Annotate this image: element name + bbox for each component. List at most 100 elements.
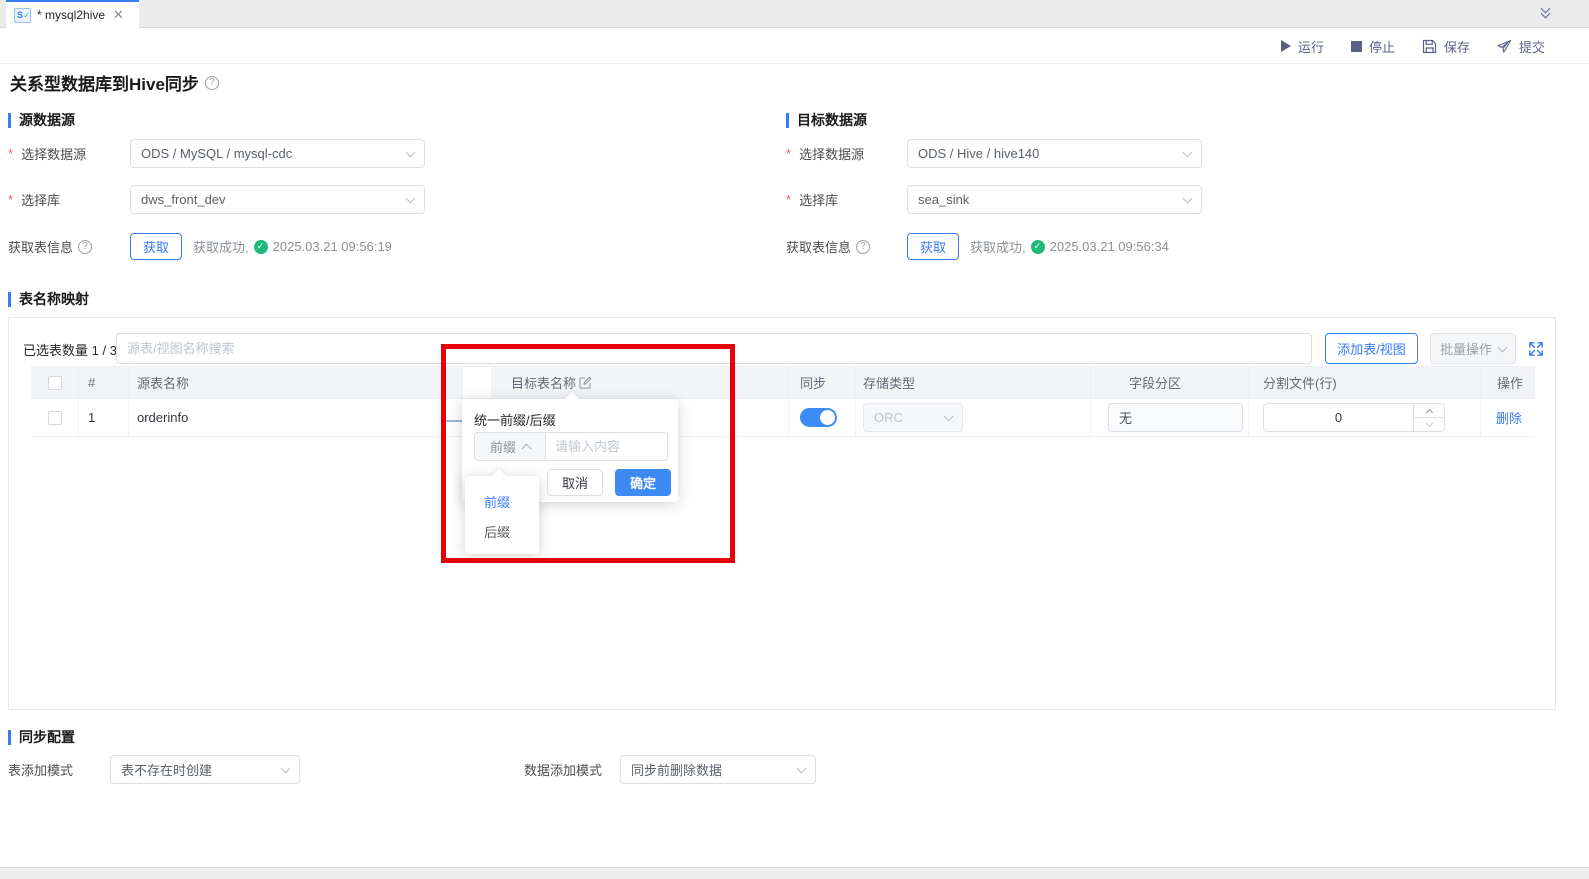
target-datasource-value: ODS / Hive / hive140 [918, 146, 1039, 161]
app-window: * mysql2hive ✕ 运行 停止 保存 提交 关系型数据库到Hive同步… [0, 0, 1589, 879]
sync-config-header: 同步配置 [8, 727, 75, 747]
connector-line [446, 420, 463, 422]
success-check-icon [254, 240, 268, 254]
action-header: 操作 [1481, 367, 1535, 398]
source-datasource-label: 选择数据源 [8, 144, 130, 163]
row-checkbox[interactable] [48, 411, 62, 425]
tab-mysql2hive[interactable]: * mysql2hive ✕ [6, 0, 139, 28]
sync-toggle[interactable] [800, 408, 837, 427]
target-fetch-row: 获取表信息 获取 获取成功, 2025.03.21 09:56:34 [786, 232, 1169, 261]
source-db-select[interactable]: dws_front_dev [130, 185, 425, 214]
source-fetch-button[interactable]: 获取 [130, 233, 182, 260]
chevron-down-icon [406, 193, 416, 203]
chevron-down-icon [944, 411, 954, 421]
stepper-up-button[interactable] [1414, 404, 1444, 417]
fullscreen-icon[interactable] [1528, 341, 1544, 357]
popover-input-group: 前缀 [474, 432, 668, 461]
source-fetch-status: 获取成功, 2025.03.21 09:56:19 [193, 237, 392, 256]
data-mode-select[interactable]: 同步前删除数据 [620, 755, 816, 784]
source-datasource-select[interactable]: ODS / MySQL / mysql-cdc [130, 139, 425, 168]
paper-plane-icon [1497, 39, 1512, 54]
storage-value: ORC [874, 410, 903, 425]
row-select-cell [31, 399, 79, 436]
tab-label: * mysql2hive [37, 8, 105, 22]
storage-select[interactable]: ORC [863, 403, 963, 432]
delete-link[interactable]: 删除 [1496, 408, 1522, 427]
source-db-row: 选择库 dws_front_dev [8, 185, 425, 214]
target-fetch-button[interactable]: 获取 [907, 233, 959, 260]
status-text: 获取成功, [970, 237, 1026, 256]
confirm-button[interactable]: 确定 [615, 469, 671, 496]
target-name-header-label: 目标表名称 [511, 373, 576, 392]
split-number-input[interactable]: 0 [1263, 403, 1445, 432]
row-index: 1 [79, 399, 129, 436]
target-db-select[interactable]: sea_sink [907, 185, 1202, 214]
stop-icon [1351, 41, 1362, 52]
play-icon [1281, 40, 1291, 52]
dropdown-option-suffix[interactable]: 后缀 [465, 516, 539, 546]
target-fetch-status: 获取成功, 2025.03.21 09:56:34 [970, 237, 1169, 256]
source-datasource-row: 选择数据源 ODS / MySQL / mysql-cdc [8, 139, 425, 168]
submit-button[interactable]: 提交 [1497, 37, 1545, 56]
source-datasource-value: ODS / MySQL / mysql-cdc [141, 146, 292, 161]
select-all-checkbox[interactable] [48, 376, 62, 390]
sync-header: 同步 [789, 367, 856, 398]
run-button[interactable]: 运行 [1281, 37, 1324, 56]
batch-actions-button[interactable]: 批量操作 [1430, 333, 1516, 364]
table-mode-row: 表添加模式 表不存在时创建 [8, 755, 300, 784]
mapping-panel: 已选表数量 1 / 36 添加表/视图 批量操作 # 源表名称 目标表名称 [8, 317, 1556, 710]
save-icon [1422, 39, 1437, 54]
edit-icon[interactable] [579, 376, 592, 389]
add-table-button[interactable]: 添加表/视图 [1325, 333, 1418, 364]
storage-header: 存储类型 [856, 367, 1091, 398]
stepper-down-button[interactable] [1414, 417, 1444, 431]
split-value: 0 [1264, 404, 1413, 431]
prefix-value-input[interactable] [546, 432, 668, 461]
chevron-down-icon [1183, 147, 1193, 157]
selected-count: 已选表数量 1 / 36 [23, 340, 124, 359]
header-gap [463, 367, 491, 398]
prefix-suffix-select[interactable]: 前缀 [474, 432, 546, 461]
popover-buttons: 取消 确定 [547, 469, 671, 496]
chevron-double-down-icon[interactable] [1539, 7, 1553, 21]
save-label: 保存 [1444, 37, 1470, 56]
number-stepper [1413, 404, 1444, 431]
tab-bar: * mysql2hive ✕ [0, 0, 1589, 28]
chevron-down-icon [1498, 342, 1508, 352]
table-mode-value: 表不存在时创建 [121, 760, 212, 779]
partition-header: 字段分区 [1091, 367, 1249, 398]
status-timestamp: 2025.03.21 09:56:34 [1050, 239, 1169, 254]
prefix-suffix-select-value: 前缀 [490, 437, 516, 456]
help-icon[interactable] [856, 240, 870, 254]
data-mode-value: 同步前删除数据 [631, 760, 722, 779]
row-source-name: orderinfo [129, 399, 491, 436]
save-button[interactable]: 保存 [1422, 37, 1470, 56]
sync-task-icon [14, 8, 31, 23]
submit-label: 提交 [1519, 37, 1545, 56]
target-datasource-select[interactable]: ODS / Hive / hive140 [907, 139, 1202, 168]
source-db-label: 选择库 [8, 190, 130, 209]
table-mode-select[interactable]: 表不存在时创建 [110, 755, 300, 784]
chevron-down-icon [1183, 193, 1193, 203]
tab-close-icon[interactable]: ✕ [113, 7, 124, 23]
help-icon[interactable] [205, 76, 219, 90]
index-header: # [79, 367, 129, 398]
action-toolbar: 运行 停止 保存 提交 [0, 29, 1589, 64]
dropdown-option-prefix[interactable]: 前缀 [465, 486, 539, 516]
mapping-table: # 源表名称 目标表名称 同步 存储类型 字段分区 分割文件(行) 操作 [31, 366, 1535, 437]
batch-actions-label: 批量操作 [1440, 339, 1492, 358]
table-header-row: # 源表名称 目标表名称 同步 存储类型 字段分区 分割文件(行) 操作 [31, 366, 1535, 399]
source-db-value: dws_front_dev [141, 192, 226, 207]
chevron-down-icon [406, 147, 416, 157]
table-search-input[interactable] [116, 333, 1312, 364]
target-name-header: 目标表名称 [491, 367, 789, 398]
target-datasource-row: 选择数据源 ODS / Hive / hive140 [786, 139, 1202, 168]
target-db-label: 选择库 [786, 190, 907, 209]
cancel-button[interactable]: 取消 [547, 469, 603, 496]
stop-button[interactable]: 停止 [1351, 37, 1395, 56]
page-title-text: 关系型数据库到Hive同步 [10, 70, 199, 95]
source-name-header: 源表名称 [129, 367, 463, 398]
chevron-down-icon [797, 763, 807, 773]
help-icon[interactable] [78, 240, 92, 254]
partition-input[interactable]: 无 [1108, 403, 1243, 432]
